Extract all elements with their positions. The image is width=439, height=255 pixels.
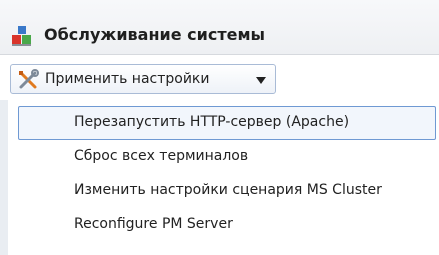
- apply-settings-button[interactable]: Применить настройки: [10, 64, 276, 94]
- panel-header: Обслуживание системы: [0, 0, 439, 55]
- menu-item-restart-http-server[interactable]: Перезапустить HTTP-сервер (Apache): [18, 106, 436, 140]
- wrench-screwdriver-icon: [17, 69, 39, 91]
- chevron-down-icon: [256, 77, 266, 84]
- menu-item-label: Перезапустить HTTP-сервер (Apache): [74, 114, 350, 130]
- menu-item-ms-cluster-settings[interactable]: Изменить настройки сценария MS Cluster: [18, 174, 436, 208]
- menu-item-label: Изменить настройки сценария MS Cluster: [74, 182, 382, 198]
- apply-settings-label: Применить настройки: [45, 71, 210, 87]
- panel-title: Обслуживание системы: [44, 25, 265, 44]
- menu-item-reconfigure-pm-server[interactable]: Reconfigure PM Server: [18, 208, 436, 242]
- server-blocks-icon: [12, 26, 32, 46]
- system-maintenance-panel: Обслуживание системы Применить настройки…: [0, 0, 439, 255]
- menu-item-label: Сброс всех терминалов: [74, 148, 249, 164]
- apply-settings-dropdown-menu: Перезапустить HTTP-сервер (Apache) Сброс…: [0, 100, 439, 255]
- menu-item-reset-all-terminals[interactable]: Сброс всех терминалов: [18, 140, 436, 174]
- menu-item-label: Reconfigure PM Server: [74, 216, 233, 232]
